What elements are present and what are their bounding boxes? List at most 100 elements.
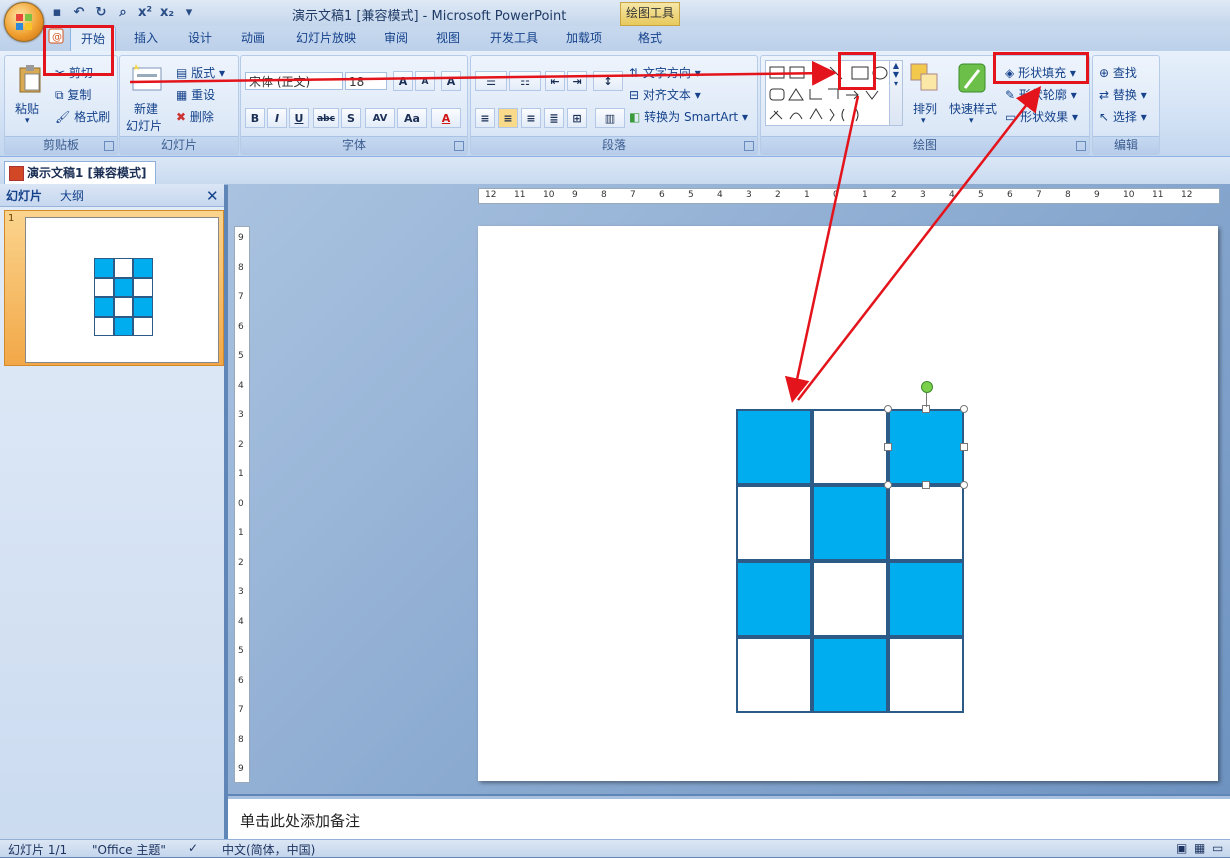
office-button[interactable] <box>4 2 44 42</box>
grid-cell-3-1[interactable] <box>812 637 888 713</box>
distribute-button[interactable]: ⊞ <box>567 108 587 128</box>
strikethrough-button[interactable]: abc <box>313 108 339 128</box>
tab-slideshow[interactable]: 幻灯片放映 <box>290 26 362 50</box>
tab-insert[interactable]: 插入 <box>128 26 164 50</box>
ribbon-tabs: @ 开始 插入 设计 动画 幻灯片放映 审阅 视图 开发工具 加载项 格式 <box>0 26 1230 51</box>
replace-button[interactable]: ⇄ 替换 ▾ <box>1099 86 1147 103</box>
copy-button[interactable]: ⧉ 复制 <box>55 86 91 103</box>
slideshow-view-icon[interactable]: ▭ <box>1212 841 1223 855</box>
redo-icon[interactable]: ↻ <box>92 4 110 22</box>
customize-qat-icon[interactable]: ▾ <box>180 4 198 22</box>
grid-cell-2-0[interactable] <box>736 561 812 637</box>
drawing-launcher-icon[interactable] <box>1076 141 1086 151</box>
grid-cell-3-2[interactable] <box>888 637 964 713</box>
new-slide-label-1[interactable]: 新建 <box>134 100 158 117</box>
shape-effects-button[interactable]: ▭ 形状效果 ▾ <box>1005 108 1078 125</box>
shrink-font-button[interactable]: A <box>415 71 435 91</box>
arrange-dropdown-icon[interactable]: ▾ <box>921 116 926 126</box>
save-icon[interactable]: ▪ <box>48 4 66 22</box>
close-pane-icon[interactable]: ✕ <box>206 186 219 206</box>
font-name-input[interactable]: 宋体 (正文) <box>245 72 343 90</box>
numbering-button[interactable]: ☷ <box>509 71 541 91</box>
format-painter-button[interactable]: 🖌 格式刷 <box>55 108 110 125</box>
superscript-icon[interactable]: x² <box>136 4 154 22</box>
shadow-button[interactable]: S <box>341 108 361 128</box>
resize-handle-2[interactable] <box>960 405 968 413</box>
normal-view-icon[interactable]: ▣ <box>1176 841 1187 855</box>
tab-view[interactable]: 视图 <box>430 26 466 50</box>
grid-cell-3-0[interactable] <box>736 637 812 713</box>
convert-smartart-button[interactable]: ◧ 转换为 SmartArt ▾ <box>629 108 748 125</box>
align-right-button[interactable]: ≡ <box>521 108 541 128</box>
bullets-button[interactable]: ☰ <box>475 71 507 91</box>
tab-developer[interactable]: 开发工具 <box>484 26 544 50</box>
align-left-button[interactable]: ≡ <box>475 108 495 128</box>
delete-slide-button[interactable]: ✖ 删除 <box>176 108 214 125</box>
tab-animation[interactable]: 动画 <box>235 26 271 50</box>
grid-cell-1-2[interactable] <box>888 485 964 561</box>
increase-indent-button[interactable]: ⇥ <box>567 71 587 91</box>
bold-button[interactable]: B <box>245 108 265 128</box>
clear-format-button[interactable]: A <box>441 71 461 91</box>
clipboard-launcher-icon[interactable] <box>104 141 114 151</box>
columns-button[interactable]: ▥ <box>595 108 625 128</box>
char-spacing-button[interactable]: AV <box>365 108 395 128</box>
quick-styles-button[interactable]: 快速样式 <box>949 100 997 117</box>
resize-handle-5[interactable] <box>884 481 892 489</box>
font-size-input[interactable]: 18 <box>345 72 387 90</box>
justify-button[interactable]: ≣ <box>544 108 564 128</box>
resize-handle-4[interactable] <box>960 443 968 451</box>
grid-cell-0-1[interactable] <box>812 409 888 485</box>
tab-review[interactable]: 审阅 <box>378 26 414 50</box>
print-preview-icon[interactable]: ⌕ <box>114 4 132 22</box>
select-label: 选择 <box>1112 110 1137 124</box>
notes-pane[interactable]: 单击此处添加备注 <box>228 796 1230 841</box>
font-launcher-icon[interactable] <box>454 141 464 151</box>
document-tab[interactable]: 演示文稿1 [兼容模式] <box>4 161 156 184</box>
find-button[interactable]: ⊕ 查找 <box>1099 64 1137 81</box>
paste-dropdown-icon[interactable]: ▾ <box>25 116 30 126</box>
grid-cell-1-0[interactable] <box>736 485 812 561</box>
paste-button[interactable]: 粘贴 <box>15 100 39 117</box>
subscript-icon[interactable]: x₂ <box>158 4 176 22</box>
slide-thumbnail-1[interactable]: 1 <box>4 210 224 366</box>
decrease-indent-button[interactable]: ⇤ <box>545 71 565 91</box>
slide-sorter-icon[interactable]: ▦ <box>1194 841 1205 855</box>
resize-handle-7[interactable] <box>960 481 968 489</box>
grid-cell-1-1[interactable] <box>812 485 888 561</box>
grid-cell-2-2[interactable] <box>888 561 964 637</box>
quick-styles-dropdown-icon[interactable]: ▾ <box>969 116 974 126</box>
new-slide-label-2[interactable]: 幻灯片 <box>126 117 162 134</box>
line-spacing-button[interactable]: ↕ <box>593 71 623 91</box>
tab-slides[interactable]: 幻灯片 <box>6 186 42 206</box>
text-direction-button[interactable]: ⇅ 文字方向 ▾ <box>629 64 701 81</box>
shape-outline-button[interactable]: ✎ 形状轮廓 ▾ <box>1005 86 1077 103</box>
rotate-handle[interactable] <box>921 381 933 393</box>
align-text-button[interactable]: ⊟ 对齐文本 ▾ <box>629 86 701 103</box>
grow-font-button[interactable]: A <box>393 71 413 91</box>
tab-outline[interactable]: 大纲 <box>60 186 84 206</box>
grid-cell-2-1[interactable] <box>812 561 888 637</box>
arrange-button[interactable]: 排列 <box>913 100 937 117</box>
change-case-button[interactable]: Aa <box>397 108 427 128</box>
reset-button[interactable]: ▦ 重设 <box>176 86 215 103</box>
slide-canvas[interactable] <box>478 226 1218 781</box>
align-center-button[interactable]: ≡ <box>498 108 518 128</box>
paragraph-launcher-icon[interactable] <box>744 141 754 151</box>
resize-handle-6[interactable] <box>922 481 930 489</box>
resize-handle-3[interactable] <box>884 443 892 451</box>
shapes-scroll-icon[interactable]: ▲ ▼ ▾ <box>889 60 903 126</box>
undo-icon[interactable]: ↶ <box>70 4 88 22</box>
italic-button[interactable]: I <box>267 108 287 128</box>
layout-button[interactable]: ▤ 版式 ▾ <box>176 64 225 81</box>
select-button[interactable]: ↖ 选择 ▾ <box>1099 108 1147 125</box>
tab-design[interactable]: 设计 <box>182 26 218 50</box>
grid-cell-0-0[interactable] <box>736 409 812 485</box>
spellcheck-icon[interactable]: ✓ <box>188 841 198 855</box>
resize-handle-0[interactable] <box>884 405 892 413</box>
font-color-button[interactable]: A <box>431 108 461 128</box>
tab-format[interactable]: 格式 <box>630 26 670 50</box>
tab-addins[interactable]: 加载项 <box>560 26 608 50</box>
grid-cell-0-2[interactable] <box>888 409 964 485</box>
underline-button[interactable]: U <box>289 108 309 128</box>
